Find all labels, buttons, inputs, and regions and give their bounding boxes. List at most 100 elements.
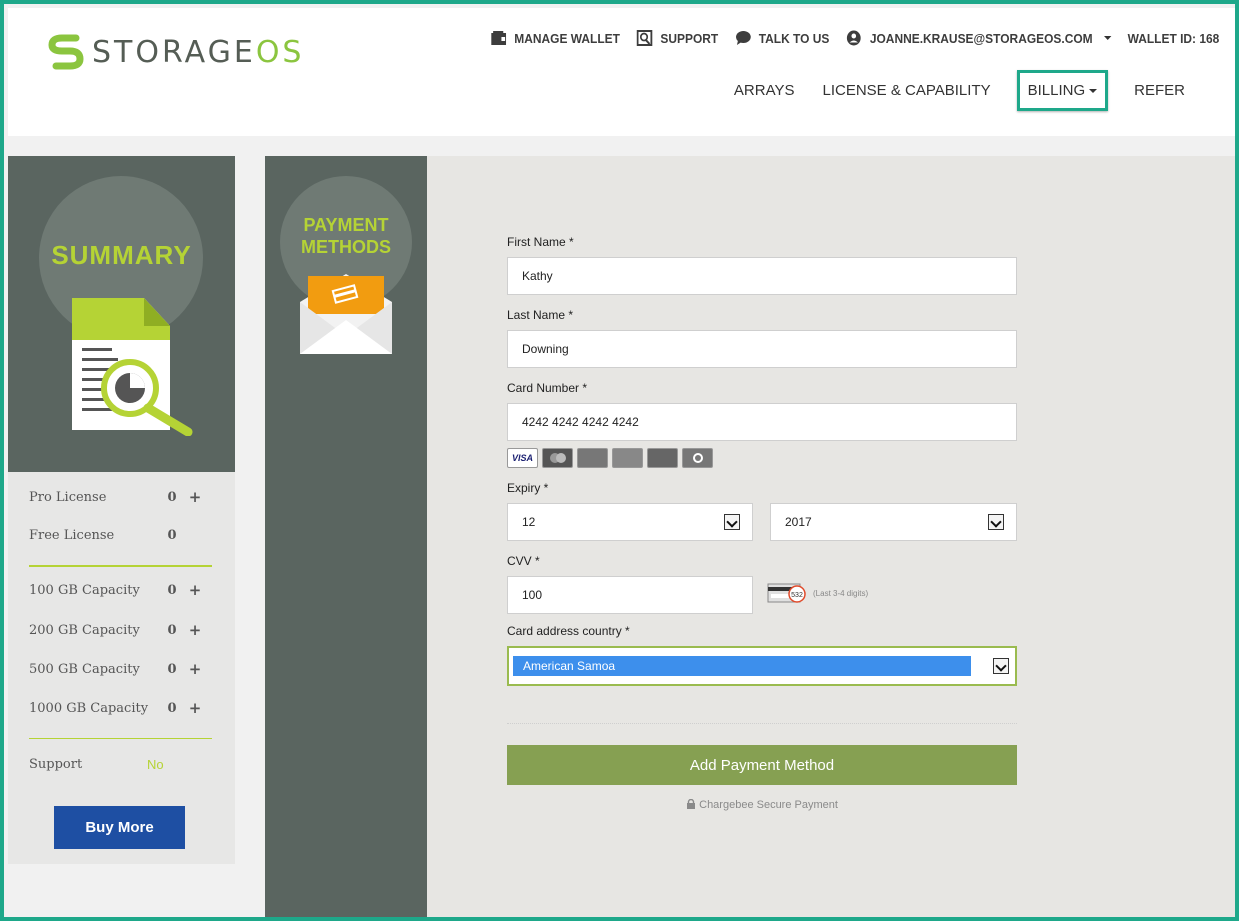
- form-divider: [507, 723, 1017, 724]
- summary-row-label: 100 GB Capacity: [29, 582, 140, 598]
- summary-row-value: 0: [167, 582, 177, 598]
- summary-row-200gb: 200 GB Capacity 0 +: [29, 619, 205, 641]
- chevron-down-icon: [988, 514, 1004, 530]
- expiry-label: Expiry *: [507, 481, 549, 495]
- summary-row-1000gb: 1000 GB Capacity 0 +: [29, 697, 205, 719]
- header: STORAGEOS MANAGE WALLET SUPPORT TALK TO …: [8, 8, 1235, 136]
- summary-panel-header: SUMMARY: [8, 156, 235, 472]
- cvv-field[interactable]: 100: [507, 576, 753, 614]
- discover-icon: [612, 448, 643, 468]
- summary-row-label: Free License: [29, 527, 115, 543]
- talk-to-us-label: TALK TO US: [758, 30, 830, 46]
- payment-title-line1: PAYMENT: [303, 215, 389, 235]
- expiry-month-select[interactable]: 12: [507, 503, 753, 541]
- nav-refer[interactable]: REFER: [1120, 72, 1199, 109]
- support-link[interactable]: SUPPORT: [636, 30, 718, 46]
- summary-divider: [29, 565, 212, 567]
- cvv-hint: 532 (Last 3-4 digits): [767, 582, 868, 604]
- visa-icon: VISA: [507, 448, 538, 468]
- cvv-hint-text: (Last 3-4 digits): [813, 588, 869, 598]
- summary-row-100gb: 100 GB Capacity 0 +: [29, 579, 205, 601]
- plus-icon[interactable]: +: [185, 621, 205, 639]
- nav-license-capability[interactable]: LICENSE & CAPABILITY: [809, 72, 1005, 109]
- expiry-year-value: 2017: [785, 515, 812, 529]
- report-magnifier-icon: [72, 298, 193, 436]
- nav-billing[interactable]: BILLING: [1016, 70, 1109, 111]
- chevron-down-icon: [724, 514, 740, 530]
- country-value: American Samoa: [513, 656, 971, 676]
- summary-row-value: 0: [167, 622, 177, 638]
- card-back-icon: 532: [767, 583, 806, 603]
- summary-row-label: 500 GB Capacity: [29, 661, 140, 677]
- chevron-down-icon: [1089, 89, 1098, 94]
- manage-wallet-link[interactable]: MANAGE WALLET: [490, 30, 620, 46]
- secure-payment-text: Chargebee Secure Payment: [699, 799, 838, 811]
- app-frame: STORAGEOS MANAGE WALLET SUPPORT TALK TO …: [0, 0, 1239, 921]
- summary-divider: [29, 738, 212, 739]
- summary-row-value: 0: [167, 527, 177, 543]
- lock-icon: [687, 798, 696, 809]
- plus-icon[interactable]: +: [185, 488, 205, 506]
- manage-wallet-label: MANAGE WALLET: [514, 30, 620, 46]
- wallet-id: WALLET ID: 168: [1127, 31, 1219, 46]
- logo-wordmark: STORAGEOS: [92, 34, 305, 70]
- plus-icon[interactable]: +: [185, 699, 205, 717]
- user-circle-icon: [847, 30, 861, 46]
- chevron-down-icon: [993, 658, 1009, 674]
- last-name-field[interactable]: Downing: [507, 330, 1017, 368]
- main-nav: ARRAYS LICENSE & CAPABILITY BILLING REFE…: [720, 70, 1199, 111]
- payment-form: First Name * Kathy Last Name * Downing C…: [427, 156, 1235, 917]
- card-number-label: Card Number *: [507, 381, 588, 395]
- card-brands: VISA: [507, 448, 713, 468]
- summary-title: SUMMARY: [51, 240, 192, 270]
- summary-row-label: Pro License: [29, 489, 107, 505]
- plus-icon[interactable]: +: [185, 660, 205, 678]
- chevron-down-icon: [1103, 36, 1111, 40]
- summary-row-label: Support: [29, 756, 83, 772]
- summary-list: Pro License 0 + Free License 0 100 GB Ca…: [8, 472, 235, 864]
- storageos-logo[interactable]: STORAGEOS: [46, 32, 304, 72]
- svg-text:532: 532: [791, 592, 803, 599]
- country-label: Card address country *: [507, 624, 630, 638]
- summary-row-500gb: 500 GB Capacity 0 +: [29, 658, 205, 680]
- talk-to-us-link[interactable]: TALK TO US: [735, 30, 830, 46]
- summary-row-value: 0: [167, 661, 177, 677]
- first-name-field[interactable]: Kathy: [507, 257, 1017, 295]
- payment-methods-panel: PAYMENT METHODS: [265, 156, 427, 917]
- last-name-label: Last Name *: [507, 308, 574, 322]
- first-name-label: First Name *: [507, 235, 574, 249]
- nav-arrays[interactable]: ARRAYS: [720, 72, 809, 109]
- card-number-field[interactable]: 4242 4242 4242 4242: [507, 403, 1017, 441]
- wallet-icon: [491, 31, 506, 45]
- add-payment-method-button[interactable]: Add Payment Method: [507, 745, 1017, 785]
- support-label: SUPPORT: [660, 30, 718, 46]
- top-utility-bar: MANAGE WALLET SUPPORT TALK TO US JOANNE.…: [490, 30, 1219, 46]
- plus-icon[interactable]: +: [185, 581, 205, 599]
- expiry-month-value: 12: [522, 515, 536, 529]
- wallet-id-label: WALLET ID: 168: [1127, 30, 1219, 46]
- expiry-year-select[interactable]: 2017: [770, 503, 1017, 541]
- payment-title-line2: METHODS: [301, 237, 391, 257]
- country-select[interactable]: American Samoa: [507, 646, 1017, 686]
- summary-row-value: 0: [167, 489, 177, 505]
- diners-club-icon: [682, 448, 713, 468]
- logo-s-icon: [48, 34, 84, 70]
- chat-bubble-icon: [735, 31, 751, 45]
- user-email: JOANNE.KRAUSE@STORAGEOS.COM: [869, 30, 1093, 46]
- nav-billing-label: BILLING: [1027, 82, 1086, 99]
- summary-row-value: 0: [167, 700, 177, 716]
- support-status: No: [147, 756, 164, 772]
- amex-icon: [577, 448, 608, 468]
- summary-row-support: Support No: [29, 753, 164, 775]
- summary-row-free-license: Free License 0: [29, 524, 185, 546]
- payment-methods-title: PAYMENT METHODS: [265, 214, 427, 258]
- mastercard-icon: [542, 448, 573, 468]
- secure-payment-note: Chargebee Secure Payment: [507, 798, 1017, 811]
- envelope-card-icon: [300, 274, 392, 354]
- summary-row-pro-license: Pro License 0 +: [29, 486, 205, 508]
- jcb-icon: [647, 448, 678, 468]
- summary-row-label: 1000 GB Capacity: [29, 700, 149, 716]
- buy-more-button[interactable]: Buy More: [54, 806, 185, 849]
- user-menu[interactable]: JOANNE.KRAUSE@STORAGEOS.COM: [846, 30, 1111, 46]
- summary-row-label: 200 GB Capacity: [29, 622, 140, 638]
